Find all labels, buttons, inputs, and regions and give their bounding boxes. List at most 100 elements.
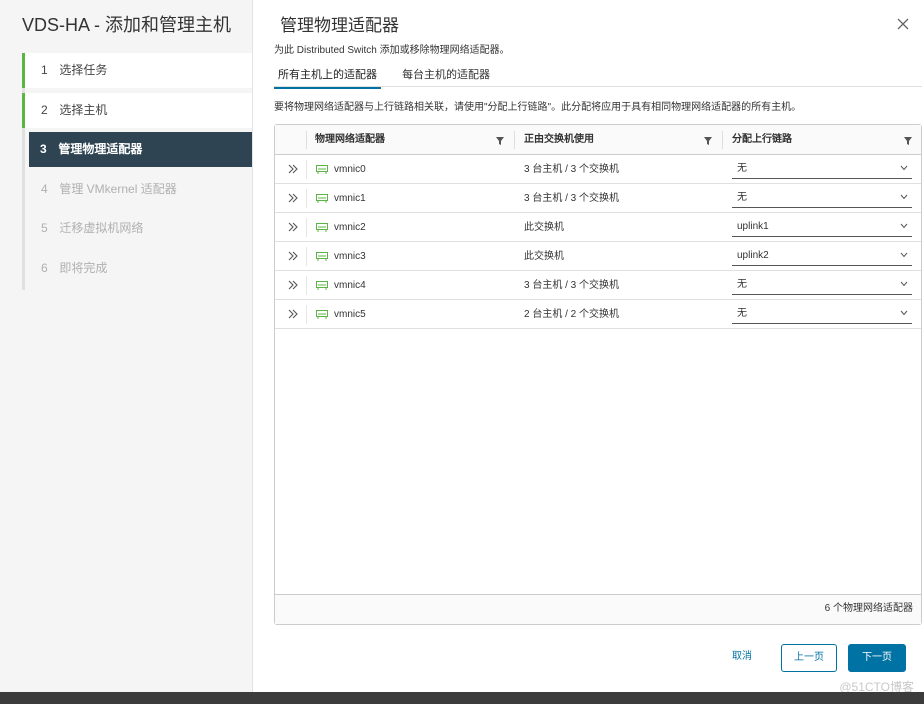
step-label: 迁移虚拟机网络 bbox=[59, 221, 144, 235]
uplink-value: 无 bbox=[737, 192, 747, 203]
filter-icon[interactable] bbox=[904, 137, 912, 145]
uplink-value: 无 bbox=[737, 308, 747, 319]
chevron-down-icon bbox=[900, 310, 908, 316]
nic-name: vmnic3 bbox=[334, 251, 366, 262]
uplink-value: 无 bbox=[737, 279, 747, 290]
row-separator bbox=[306, 189, 307, 208]
nic-usage: 此交换机 bbox=[524, 251, 564, 262]
grid-header: 物理网络适配器 正由交换机使用 分配上行链路 bbox=[275, 125, 921, 155]
table-row[interactable]: vmnic0 3 台主机 / 3 个交换机 无 bbox=[275, 155, 921, 184]
adapter-count: 6 个物理网络适配器 bbox=[824, 603, 913, 614]
network-adapter-icon bbox=[316, 281, 328, 290]
double-chevron-right-icon[interactable] bbox=[287, 250, 299, 262]
tab-per-host[interactable]: 每台主机的适配器 bbox=[398, 64, 494, 86]
row-separator bbox=[306, 160, 307, 179]
step-number: 4 bbox=[41, 181, 48, 196]
step-number: 3 bbox=[40, 142, 47, 156]
nic-name: vmnic5 bbox=[334, 309, 366, 320]
column-header-adapter[interactable]: 物理网络适配器 bbox=[315, 125, 385, 155]
wizard-steps: 1 选择任务 2 选择主机 3 管理物理适配器 4 管理 VMkernel 适配… bbox=[22, 53, 252, 290]
step-number: 5 bbox=[41, 221, 48, 235]
uplink-select[interactable]: 无 bbox=[732, 160, 912, 179]
uplink-value: uplink1 bbox=[737, 221, 769, 232]
step-label: 管理物理适配器 bbox=[58, 142, 143, 156]
network-adapter-icon bbox=[316, 223, 328, 232]
step-label: 选择主机 bbox=[59, 102, 108, 117]
chevron-down-icon bbox=[900, 223, 908, 229]
double-chevron-right-icon[interactable] bbox=[287, 279, 299, 291]
uplink-select[interactable]: uplink2 bbox=[732, 247, 912, 266]
filter-icon[interactable] bbox=[496, 137, 504, 145]
column-header-usage[interactable]: 正由交换机使用 bbox=[524, 125, 594, 155]
bottom-bar bbox=[0, 692, 924, 704]
row-separator bbox=[306, 218, 307, 237]
uplink-select[interactable]: 无 bbox=[732, 189, 912, 208]
nic-usage: 3 台主机 / 3 个交换机 bbox=[524, 193, 620, 204]
nic-name: vmnic0 bbox=[334, 164, 366, 175]
chevron-down-icon bbox=[900, 165, 908, 171]
table-row[interactable]: vmnic3 此交换机 uplink2 bbox=[275, 242, 921, 271]
cancel-button[interactable]: 取消 bbox=[723, 644, 761, 672]
network-adapter-icon bbox=[316, 165, 328, 174]
tab-bar: 所有主机上的适配器 每台主机的适配器 bbox=[274, 64, 508, 89]
network-adapter-icon bbox=[316, 252, 328, 261]
column-separator bbox=[514, 131, 515, 149]
double-chevron-right-icon[interactable] bbox=[287, 192, 299, 204]
uplink-value: 无 bbox=[737, 163, 747, 174]
close-button[interactable] bbox=[895, 16, 911, 32]
nic-usage: 3 台主机 / 3 个交换机 bbox=[524, 164, 620, 175]
table-row[interactable]: vmnic5 2 台主机 / 2 个交换机 无 bbox=[275, 300, 921, 329]
previous-button[interactable]: 上一页 bbox=[781, 644, 837, 672]
step-number: 1 bbox=[41, 63, 48, 77]
wizard-step-4: 4 管理 VMkernel 适配器 bbox=[25, 172, 252, 207]
double-chevron-right-icon[interactable] bbox=[287, 308, 299, 320]
table-row[interactable]: vmnic4 3 台主机 / 3 个交换机 无 bbox=[275, 271, 921, 300]
nic-name: vmnic4 bbox=[334, 280, 366, 291]
filter-icon[interactable] bbox=[704, 137, 712, 145]
uplink-value: uplink2 bbox=[737, 250, 769, 261]
uplink-select[interactable]: 无 bbox=[732, 305, 912, 324]
next-button[interactable]: 下一页 bbox=[848, 644, 906, 672]
uplink-select[interactable]: uplink1 bbox=[732, 218, 912, 237]
double-chevron-right-icon[interactable] bbox=[287, 163, 299, 175]
double-chevron-right-icon[interactable] bbox=[287, 221, 299, 233]
instruction-text: 要将物理网络适配器与上行链路相关联，请使用"分配上行链路"。此分配将应用于具有相… bbox=[274, 102, 802, 113]
uplink-select[interactable]: 无 bbox=[732, 276, 912, 295]
wizard-step-6: 6 即将完成 bbox=[25, 251, 252, 286]
nic-usage: 3 台主机 / 3 个交换机 bbox=[524, 280, 620, 291]
wizard-step-2[interactable]: 2 选择主机 bbox=[22, 92, 252, 128]
tab-divider bbox=[274, 86, 922, 87]
row-separator bbox=[306, 305, 307, 324]
table-row[interactable]: vmnic2 此交换机 uplink1 bbox=[275, 213, 921, 242]
wizard-title: VDS-HA - 添加和管理主机 bbox=[22, 15, 232, 35]
nic-name: vmnic2 bbox=[334, 222, 366, 233]
main-panel: 管理物理适配器 为此 Distributed Switch 添加或移除物理网络适… bbox=[253, 0, 924, 692]
wizard-step-1[interactable]: 1 选择任务 bbox=[22, 53, 252, 88]
column-header-uplink[interactable]: 分配上行链路 bbox=[732, 125, 792, 155]
step-number: 6 bbox=[41, 260, 48, 275]
column-separator bbox=[306, 131, 307, 149]
wizard-step-5: 5 迁移虚拟机网络 bbox=[25, 211, 252, 246]
chevron-down-icon bbox=[900, 281, 908, 287]
nic-usage: 2 台主机 / 2 个交换机 bbox=[524, 309, 620, 320]
adapter-grid: 物理网络适配器 正由交换机使用 分配上行链路 vmnic0 3 台主机 / 3 … bbox=[274, 124, 922, 625]
column-separator bbox=[722, 131, 723, 149]
chevron-down-icon bbox=[900, 194, 908, 200]
network-adapter-icon bbox=[316, 194, 328, 203]
page-title: 管理物理适配器 bbox=[280, 16, 399, 35]
wizard-step-3[interactable]: 3 管理物理适配器 bbox=[29, 132, 252, 167]
nic-usage: 此交换机 bbox=[524, 222, 564, 233]
row-separator bbox=[306, 276, 307, 295]
chevron-down-icon bbox=[900, 252, 908, 258]
step-label: 选择任务 bbox=[59, 63, 108, 77]
nic-name: vmnic1 bbox=[334, 193, 366, 204]
network-adapter-icon bbox=[316, 310, 328, 319]
close-icon bbox=[897, 18, 909, 30]
table-row[interactable]: vmnic1 3 台主机 / 3 个交换机 无 bbox=[275, 184, 921, 213]
step-label: 管理 VMkernel 适配器 bbox=[59, 181, 177, 196]
row-separator bbox=[306, 247, 307, 266]
wizard-sidebar: VDS-HA - 添加和管理主机 1 选择任务 2 选择主机 3 管理物理适配器… bbox=[0, 0, 253, 692]
grid-footer: 6 个物理网络适配器 bbox=[275, 594, 921, 624]
step-number: 2 bbox=[41, 102, 48, 117]
page-subtitle: 为此 Distributed Switch 添加或移除物理网络适配器。 bbox=[274, 45, 510, 56]
